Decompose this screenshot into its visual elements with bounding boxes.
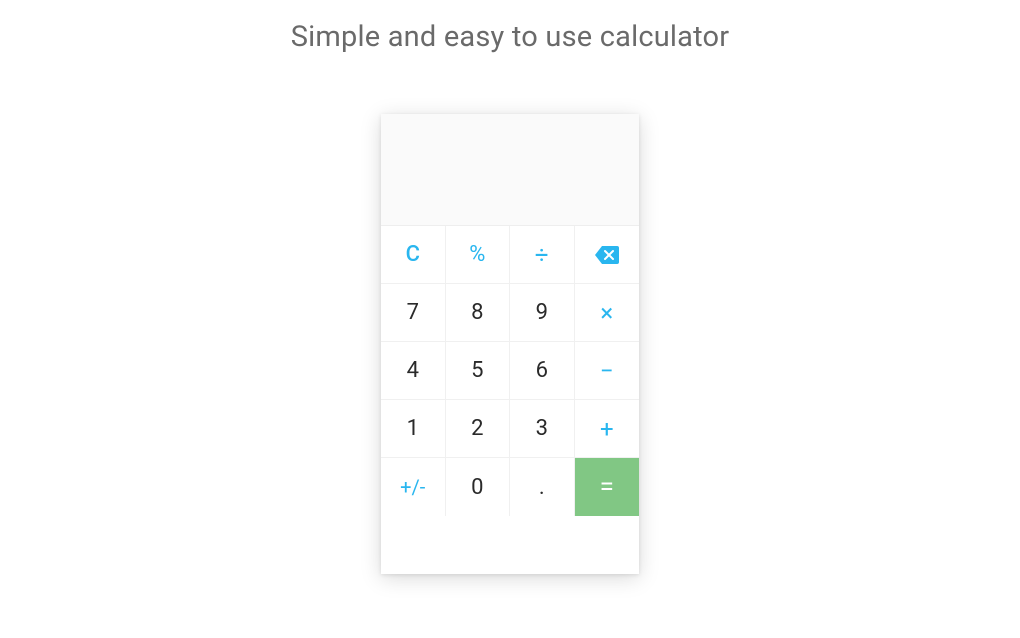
calculator-keypad: C % ÷ 7 8 9 × 4 5 6 − 1 2 3 + +/- 0 . =	[381, 226, 639, 574]
five-button[interactable]: 5	[446, 342, 511, 400]
backspace-icon	[595, 246, 619, 264]
minus-button[interactable]: −	[575, 342, 640, 400]
backspace-button[interactable]	[575, 226, 640, 284]
percent-button[interactable]: %	[446, 226, 511, 284]
eight-button[interactable]: 8	[446, 284, 511, 342]
calculator-display	[381, 114, 639, 226]
clear-button[interactable]: C	[381, 226, 446, 284]
divide-button[interactable]: ÷	[510, 226, 575, 284]
two-button[interactable]: 2	[446, 400, 511, 458]
equals-button[interactable]: =	[575, 458, 640, 516]
multiply-button[interactable]: ×	[575, 284, 640, 342]
zero-button[interactable]: 0	[446, 458, 511, 516]
seven-button[interactable]: 7	[381, 284, 446, 342]
one-button[interactable]: 1	[381, 400, 446, 458]
page-heading: Simple and easy to use calculator	[291, 20, 730, 54]
three-button[interactable]: 3	[510, 400, 575, 458]
six-button[interactable]: 6	[510, 342, 575, 400]
calculator: C % ÷ 7 8 9 × 4 5 6 − 1 2 3 + +/- 0 . =	[381, 114, 639, 574]
four-button[interactable]: 4	[381, 342, 446, 400]
plus-button[interactable]: +	[575, 400, 640, 458]
decimal-button[interactable]: .	[510, 458, 575, 516]
sign-button[interactable]: +/-	[381, 458, 446, 516]
nine-button[interactable]: 9	[510, 284, 575, 342]
